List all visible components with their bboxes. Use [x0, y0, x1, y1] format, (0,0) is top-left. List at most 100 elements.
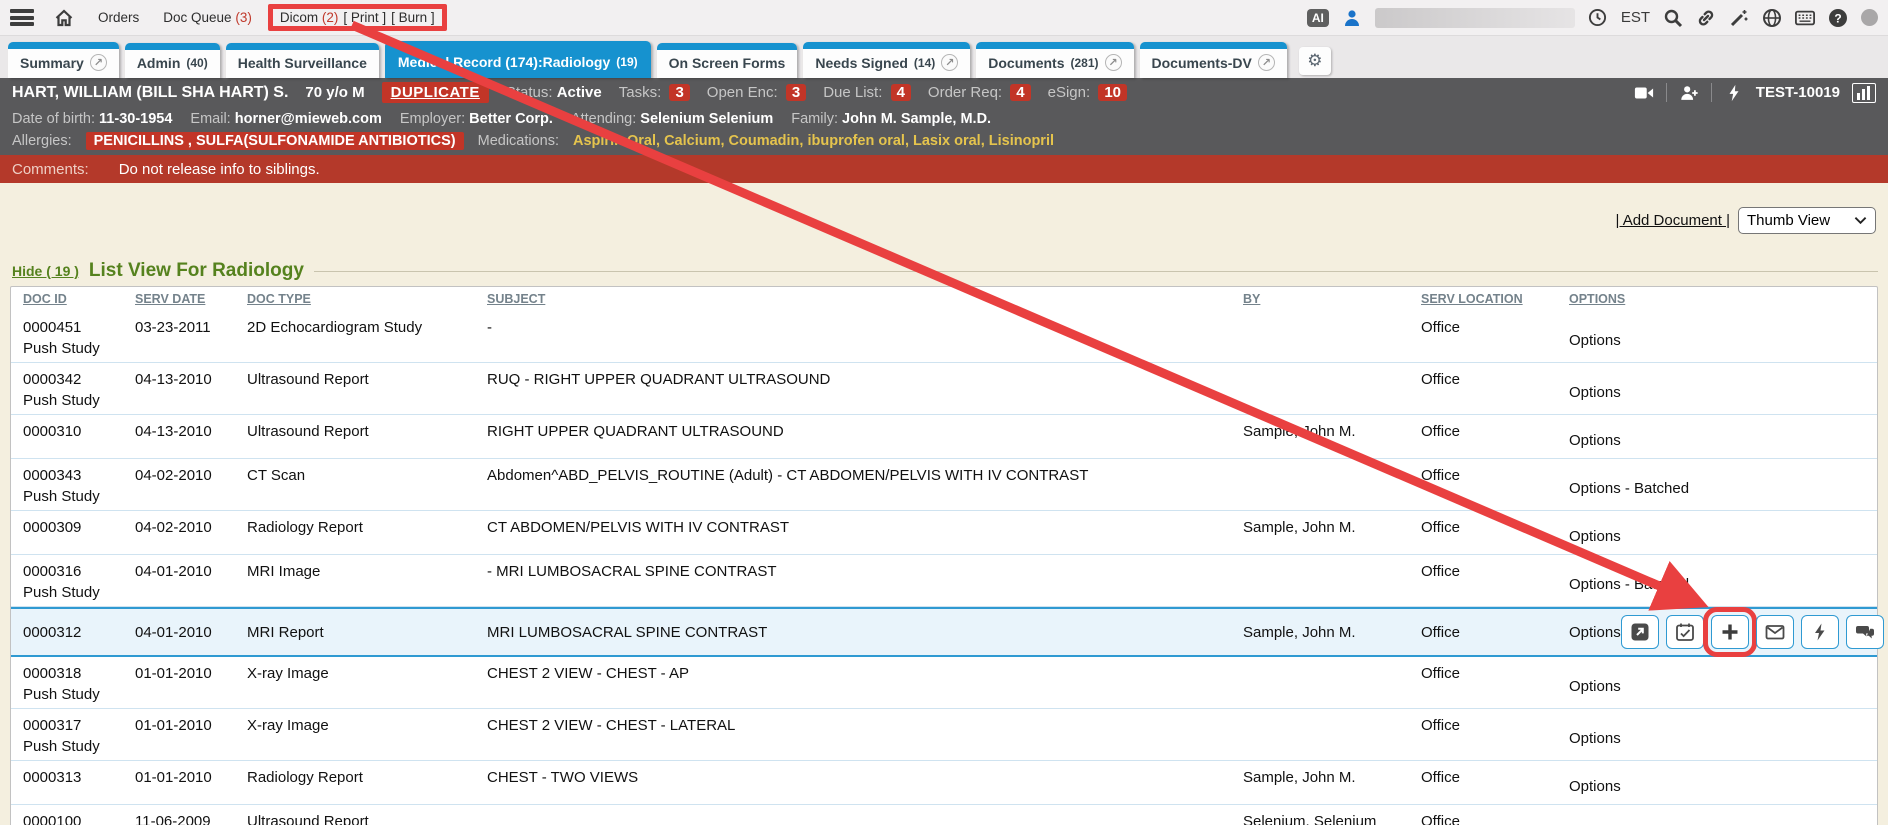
- add-button[interactable]: [1711, 615, 1749, 649]
- wand-icon[interactable]: [1729, 8, 1749, 28]
- options-link[interactable]: Options: [1569, 432, 1621, 449]
- tasks-count[interactable]: 3: [669, 84, 689, 101]
- popout-icon[interactable]: [1258, 54, 1275, 71]
- flowsheet-chart-icon[interactable]: [1852, 83, 1876, 103]
- link-icon[interactable]: [1696, 8, 1716, 28]
- tab-settings-gear-icon[interactable]: [1299, 47, 1331, 75]
- popout-icon[interactable]: [941, 54, 958, 71]
- duplicate-badge[interactable]: DUPLICATE: [382, 82, 489, 103]
- table-row[interactable]: 0000317Push Study01-01-2010X-ray ImageCH…: [11, 709, 1877, 761]
- popout-icon[interactable]: [90, 54, 107, 71]
- options-link[interactable]: Options: [1569, 624, 1621, 641]
- table-row[interactable]: 000010011-06-2009Ultrasound ReportSeleni…: [11, 805, 1877, 825]
- clock-icon[interactable]: [1588, 8, 1608, 28]
- list-view-title: List View For Radiology: [89, 260, 304, 282]
- tab-body: Medical Record (174):Radiology(19): [385, 48, 651, 78]
- column-header-subject[interactable]: SUBJECT: [487, 292, 1243, 311]
- options-link[interactable]: Options: [1569, 730, 1621, 747]
- table-row[interactable]: 0000343Push Study04-02-2010CT ScanAbdome…: [11, 459, 1877, 511]
- tab-on-screen-forms[interactable]: On Screen Forms: [657, 43, 798, 78]
- patient-age-sex: 70 y/o M: [305, 84, 364, 101]
- tab-admin[interactable]: Admin(40): [125, 43, 220, 78]
- table-row[interactable]: 000031301-01-2010Radiology ReportCHEST -…: [11, 761, 1877, 805]
- column-header-by[interactable]: BY: [1243, 292, 1421, 311]
- menu-dicom[interactable]: Dicom (2): [280, 10, 339, 25]
- menu-doc-queue[interactable]: Doc Queue (3): [163, 10, 252, 25]
- home-icon[interactable]: [54, 8, 74, 28]
- globe-icon[interactable]: [1762, 8, 1782, 28]
- tab-needs-signed[interactable]: Needs Signed(14): [803, 42, 970, 78]
- doc-queue-count: (3): [235, 10, 252, 25]
- tab-accent-strip: [657, 43, 798, 50]
- search-icon[interactable]: [1663, 8, 1683, 28]
- attending-label: Attending:: [571, 111, 636, 127]
- push-study-label[interactable]: Push Study: [23, 686, 135, 703]
- options-link[interactable]: Options: [1569, 384, 1621, 401]
- tab-documents[interactable]: Documents(281): [976, 42, 1133, 78]
- column-header-serv-location[interactable]: SERV LOCATION: [1421, 292, 1569, 311]
- help-icon[interactable]: ?: [1828, 8, 1848, 28]
- doc-id: 0000318: [23, 665, 135, 682]
- user-icon[interactable]: [1342, 8, 1362, 28]
- tab-documents-dv[interactable]: Documents-DV: [1140, 42, 1287, 78]
- view-mode-value: Thumb View: [1747, 212, 1830, 229]
- options-link[interactable]: Options - Batched: [1569, 480, 1689, 497]
- push-study-label[interactable]: Push Study: [23, 738, 135, 755]
- options-link[interactable]: Options: [1569, 332, 1621, 349]
- open-enc-count[interactable]: 3: [786, 84, 806, 101]
- push-study-label[interactable]: Push Study: [23, 340, 135, 357]
- allergies-value[interactable]: PENICILLINS , SULFA(SULFONAMIDE ANTIBIOT…: [86, 132, 464, 150]
- open-document-button[interactable]: [1621, 615, 1659, 649]
- push-study-label[interactable]: Push Study: [23, 584, 135, 601]
- open-enc-label: Open Enc:: [707, 84, 778, 101]
- encounter-bolt-icon[interactable]: [1724, 83, 1744, 103]
- tab-medical-record-174-radiology[interactable]: Medical Record (174):Radiology(19): [385, 41, 651, 78]
- menu-print[interactable]: [ Print ]: [343, 10, 386, 25]
- view-mode-select[interactable]: Thumb View: [1738, 207, 1876, 234]
- serv-date-cell: 04-13-2010: [135, 371, 247, 388]
- status-dot-icon[interactable]: [1861, 9, 1878, 26]
- column-header-options[interactable]: OPTIONS: [1569, 292, 1867, 311]
- options-link[interactable]: Options: [1569, 778, 1621, 795]
- column-header-serv-date[interactable]: SERV DATE: [135, 292, 247, 311]
- push-study-label[interactable]: Push Study: [23, 392, 135, 409]
- add-document-link[interactable]: | Add Document |: [1615, 212, 1730, 229]
- video-camera-icon[interactable]: [1634, 83, 1654, 103]
- quick-search-input[interactable]: [1375, 8, 1575, 28]
- due-list-count[interactable]: 4: [891, 84, 911, 101]
- keyboard-icon[interactable]: [1795, 8, 1815, 28]
- lightning-button[interactable]: [1801, 615, 1839, 649]
- ai-badge[interactable]: AI: [1307, 9, 1329, 27]
- hide-list-link[interactable]: Hide ( 19 ): [12, 263, 79, 279]
- menu-orders[interactable]: Orders: [98, 10, 139, 25]
- add-person-icon[interactable]: [1679, 83, 1699, 103]
- options-link[interactable]: Options - Batched: [1569, 576, 1689, 593]
- popout-icon[interactable]: [1105, 54, 1122, 71]
- esign-count[interactable]: 10: [1098, 84, 1127, 101]
- column-header-doc-type[interactable]: DOC TYPE: [247, 292, 487, 311]
- tab-label: Health Surveillance: [238, 55, 367, 71]
- table-row[interactable]: 0000316Push Study04-01-2010MRI Image- MR…: [11, 555, 1877, 607]
- dob-label: Date of birth:: [12, 111, 95, 127]
- tab-summary[interactable]: Summary: [8, 42, 119, 78]
- column-header-doc-id[interactable]: DOC ID: [23, 292, 135, 311]
- order-req-count[interactable]: 4: [1010, 84, 1030, 101]
- tab-health-surveillance[interactable]: Health Surveillance: [226, 43, 379, 78]
- table-row[interactable]: 0000451Push Study03-23-20112D Echocardio…: [11, 311, 1877, 363]
- chat-button[interactable]: [1846, 615, 1884, 649]
- table-row[interactable]: 0000342Push Study04-13-2010Ultrasound Re…: [11, 363, 1877, 415]
- options-link[interactable]: Options: [1569, 678, 1621, 695]
- hamburger-menu-icon[interactable]: [10, 9, 34, 26]
- push-study-label[interactable]: Push Study: [23, 488, 135, 505]
- table-row[interactable]: 000031004-13-2010Ultrasound ReportRIGHT …: [11, 415, 1877, 459]
- subject-cell: - MRI LUMBOSACRAL SPINE CONTRAST: [487, 563, 1243, 580]
- mail-button[interactable]: [1756, 615, 1794, 649]
- menu-burn[interactable]: [ Burn ]: [391, 10, 435, 25]
- table-row[interactable]: 000031204-01-2010MRI ReportMRI LUMBOSACR…: [11, 607, 1877, 657]
- email-value: horner@mieweb.com: [235, 111, 382, 127]
- medications-value[interactable]: Aspirin Oral, Calcium, Coumadin, ibuprof…: [573, 133, 1054, 149]
- options-link[interactable]: Options: [1569, 528, 1621, 545]
- table-row[interactable]: 0000318Push Study01-01-2010X-ray ImageCH…: [11, 657, 1877, 709]
- calendar-check-button[interactable]: [1666, 615, 1704, 649]
- table-row[interactable]: 000030904-02-2010Radiology ReportCT ABDO…: [11, 511, 1877, 555]
